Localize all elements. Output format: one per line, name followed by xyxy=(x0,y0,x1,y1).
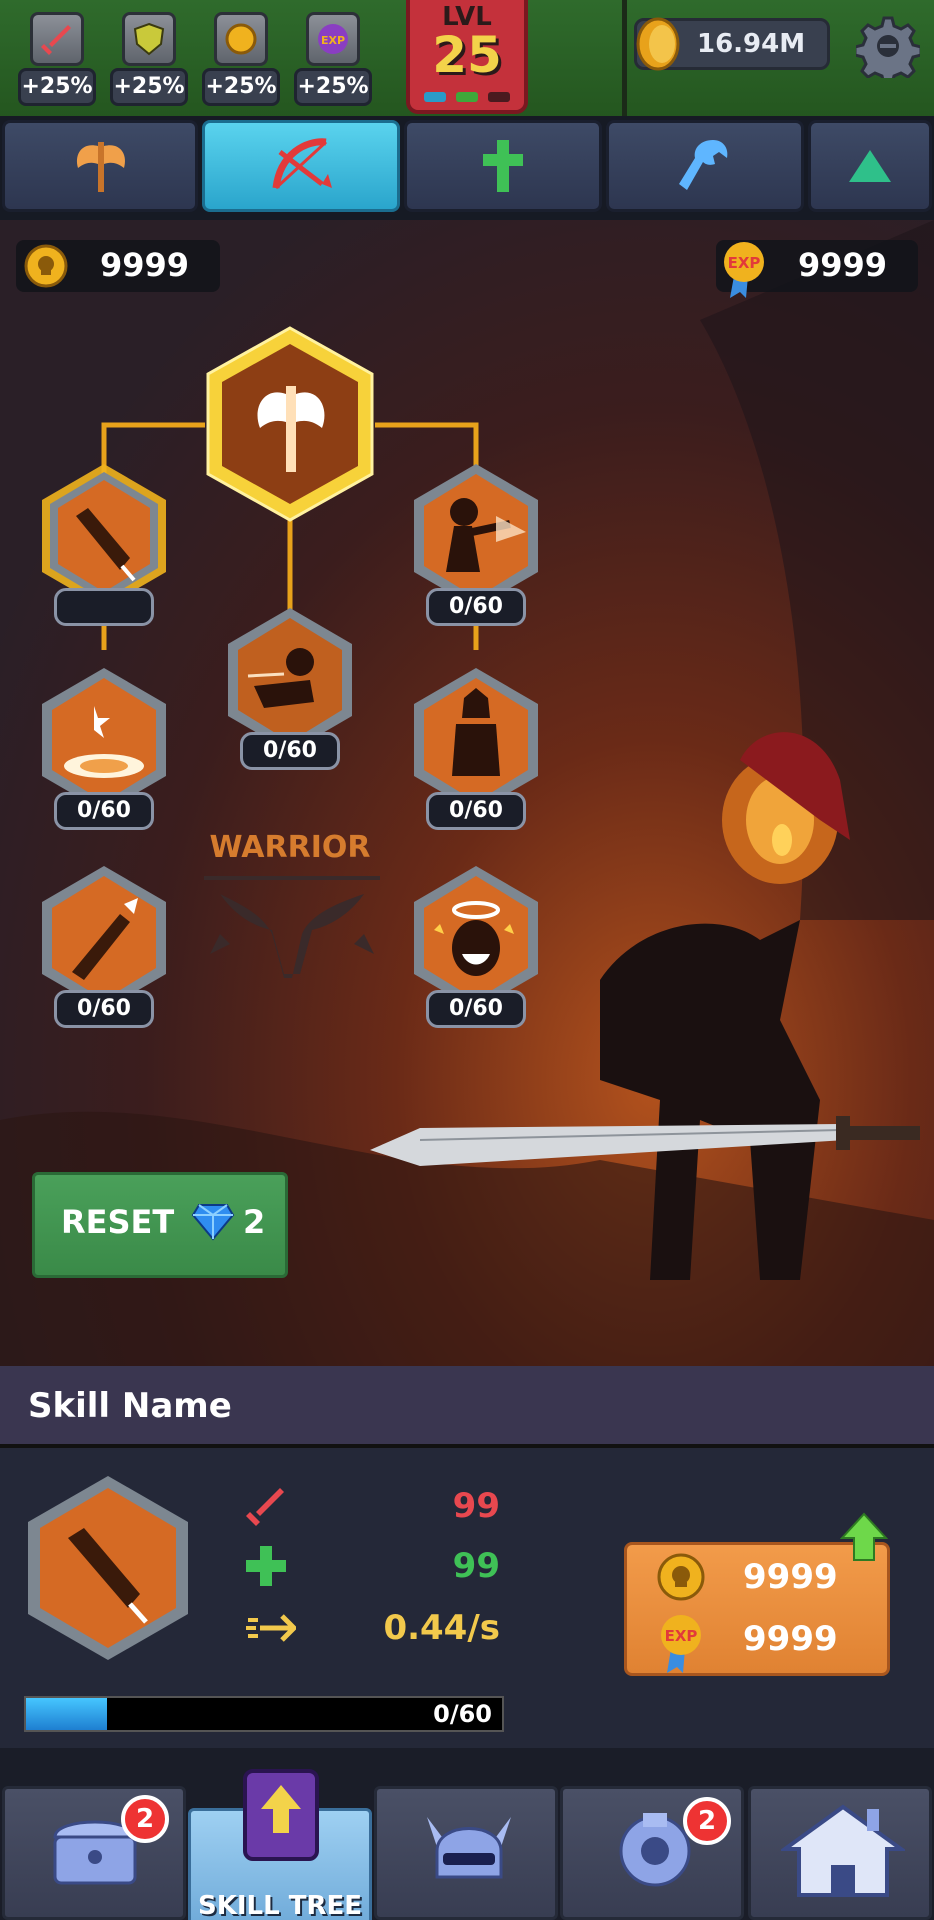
skill-node-root[interactable] xyxy=(200,324,380,524)
coin-amount: 16.94M xyxy=(697,29,806,59)
nav-gear[interactable]: 2 xyxy=(560,1786,744,1920)
healing-icon xyxy=(483,140,523,192)
skill-node-stickman-punch[interactable]: 0/60 xyxy=(410,462,542,626)
skill-tree-scene: 9999 EXP 9999 0/60 0/60 0/60 0/60 0/60 0… xyxy=(0,220,934,1366)
skill-node-shockwave[interactable]: 0/60 xyxy=(38,666,170,830)
sword-icon xyxy=(30,12,84,66)
upgrade-exp-cost: 9999 xyxy=(743,1619,838,1659)
exp-medal-text: EXP xyxy=(665,1627,698,1645)
buff-defense[interactable]: +25% xyxy=(110,8,188,106)
progress-text: 0/60 xyxy=(433,1700,492,1728)
reset-label: RESET xyxy=(61,1203,175,1241)
nav-skill-tree[interactable]: SKILL TREE xyxy=(188,1769,372,1920)
skill-book-icon xyxy=(243,1769,319,1861)
skill-node-dash[interactable]: 0/60 xyxy=(224,606,356,770)
level-value: 25 xyxy=(432,26,502,84)
top-hud: +25% +25% +25% EXP +25% LVL 25 16.94M xyxy=(0,0,934,118)
skill-node-sword-strike[interactable]: 0/60 xyxy=(38,864,170,1028)
selected-skill-icon xyxy=(24,1474,192,1662)
helmet-icon xyxy=(427,1817,511,1879)
hud-divider xyxy=(622,0,627,118)
progress-fill xyxy=(26,1698,107,1730)
shield-icon xyxy=(122,12,176,66)
warrior-emblem-icon xyxy=(204,876,380,978)
triangle-up-icon xyxy=(849,150,891,182)
attack-speed-icon xyxy=(246,1614,296,1642)
attack-value: 99 xyxy=(452,1486,500,1526)
buff-value: +25% xyxy=(294,68,372,106)
notification-badge: 2 xyxy=(683,1797,731,1845)
skull-coin-icon xyxy=(657,1553,705,1601)
skill-level-pill: 0/60 xyxy=(240,732,340,770)
health-value: 99 xyxy=(452,1546,500,1586)
gear-icon xyxy=(853,16,923,86)
skill-node-halo[interactable]: 0/60 xyxy=(410,864,542,1028)
buff-value: +25% xyxy=(110,68,188,106)
skill-frame xyxy=(206,326,374,522)
skill-level-pill: 0/60 xyxy=(426,792,526,830)
axe-icon xyxy=(76,142,126,192)
skill-level-pill: 0/60 xyxy=(54,990,154,1028)
upgrade-button[interactable]: 9999 EXP 9999 xyxy=(624,1542,890,1676)
skill-progress-bar: 0/60 xyxy=(24,1696,504,1732)
skill-name-bar: Skill Name xyxy=(0,1366,934,1448)
tab-tools[interactable] xyxy=(606,120,804,212)
skill-name: Skill Name xyxy=(28,1386,232,1426)
upgrade-gold-cost: 9999 xyxy=(743,1557,838,1597)
bow-icon xyxy=(272,138,332,190)
bottom-navigation: 2 SKILL TREE 2 xyxy=(0,1748,934,1920)
attack-icon xyxy=(246,1488,284,1526)
tab-upgrade[interactable] xyxy=(808,120,932,212)
reset-button[interactable]: RESET 2 xyxy=(32,1172,288,1278)
buff-exp[interactable]: EXP +25% xyxy=(294,8,372,106)
nav-home[interactable] xyxy=(748,1786,932,1920)
tab-axe[interactable] xyxy=(2,120,198,212)
gem-icon xyxy=(191,1204,235,1241)
nav-hero[interactable] xyxy=(374,1786,558,1920)
nav-chest[interactable]: 2 xyxy=(2,1786,186,1920)
coin-icon xyxy=(636,17,680,71)
buff-attack[interactable]: +25% xyxy=(18,8,96,106)
category-tabs xyxy=(0,116,934,220)
level-badge: LVL 25 xyxy=(406,0,528,114)
skill-node-rage[interactable]: 0/60 xyxy=(410,666,542,830)
svg-text:EXP: EXP xyxy=(321,34,345,47)
skill-level-pill: 0/60 xyxy=(426,588,526,626)
tab-healing[interactable] xyxy=(404,120,602,212)
skill-level-pill xyxy=(54,588,154,626)
house-icon xyxy=(781,1804,905,1897)
buff-value: +25% xyxy=(202,68,280,106)
attack-speed-value: 0.44/s xyxy=(383,1608,500,1648)
coin-icon xyxy=(214,12,268,66)
skill-node-sword-slash[interactable] xyxy=(38,462,170,626)
exp-icon: EXP xyxy=(306,12,360,66)
skill-level-pill: 0/60 xyxy=(54,792,154,830)
skill-level-pill: 0/60 xyxy=(426,990,526,1028)
health-icon xyxy=(246,1546,286,1586)
coin-counter: 16.94M xyxy=(634,17,830,71)
class-name: WARRIOR xyxy=(209,830,371,865)
tab-bow[interactable] xyxy=(202,120,400,212)
settings-button[interactable] xyxy=(853,14,923,86)
exp-medal-icon: EXP xyxy=(661,1615,701,1673)
buff-value: +25% xyxy=(18,68,96,106)
arrow-up-icon xyxy=(840,1512,888,1561)
nav-skill-tree-label: SKILL TREE xyxy=(197,1891,362,1920)
notification-badge: 2 xyxy=(121,1795,169,1843)
wrench-icon xyxy=(679,140,728,190)
reset-cost: 2 xyxy=(243,1203,266,1241)
buff-gold[interactable]: +25% xyxy=(202,8,280,106)
sword-slash-icon xyxy=(28,1476,188,1660)
